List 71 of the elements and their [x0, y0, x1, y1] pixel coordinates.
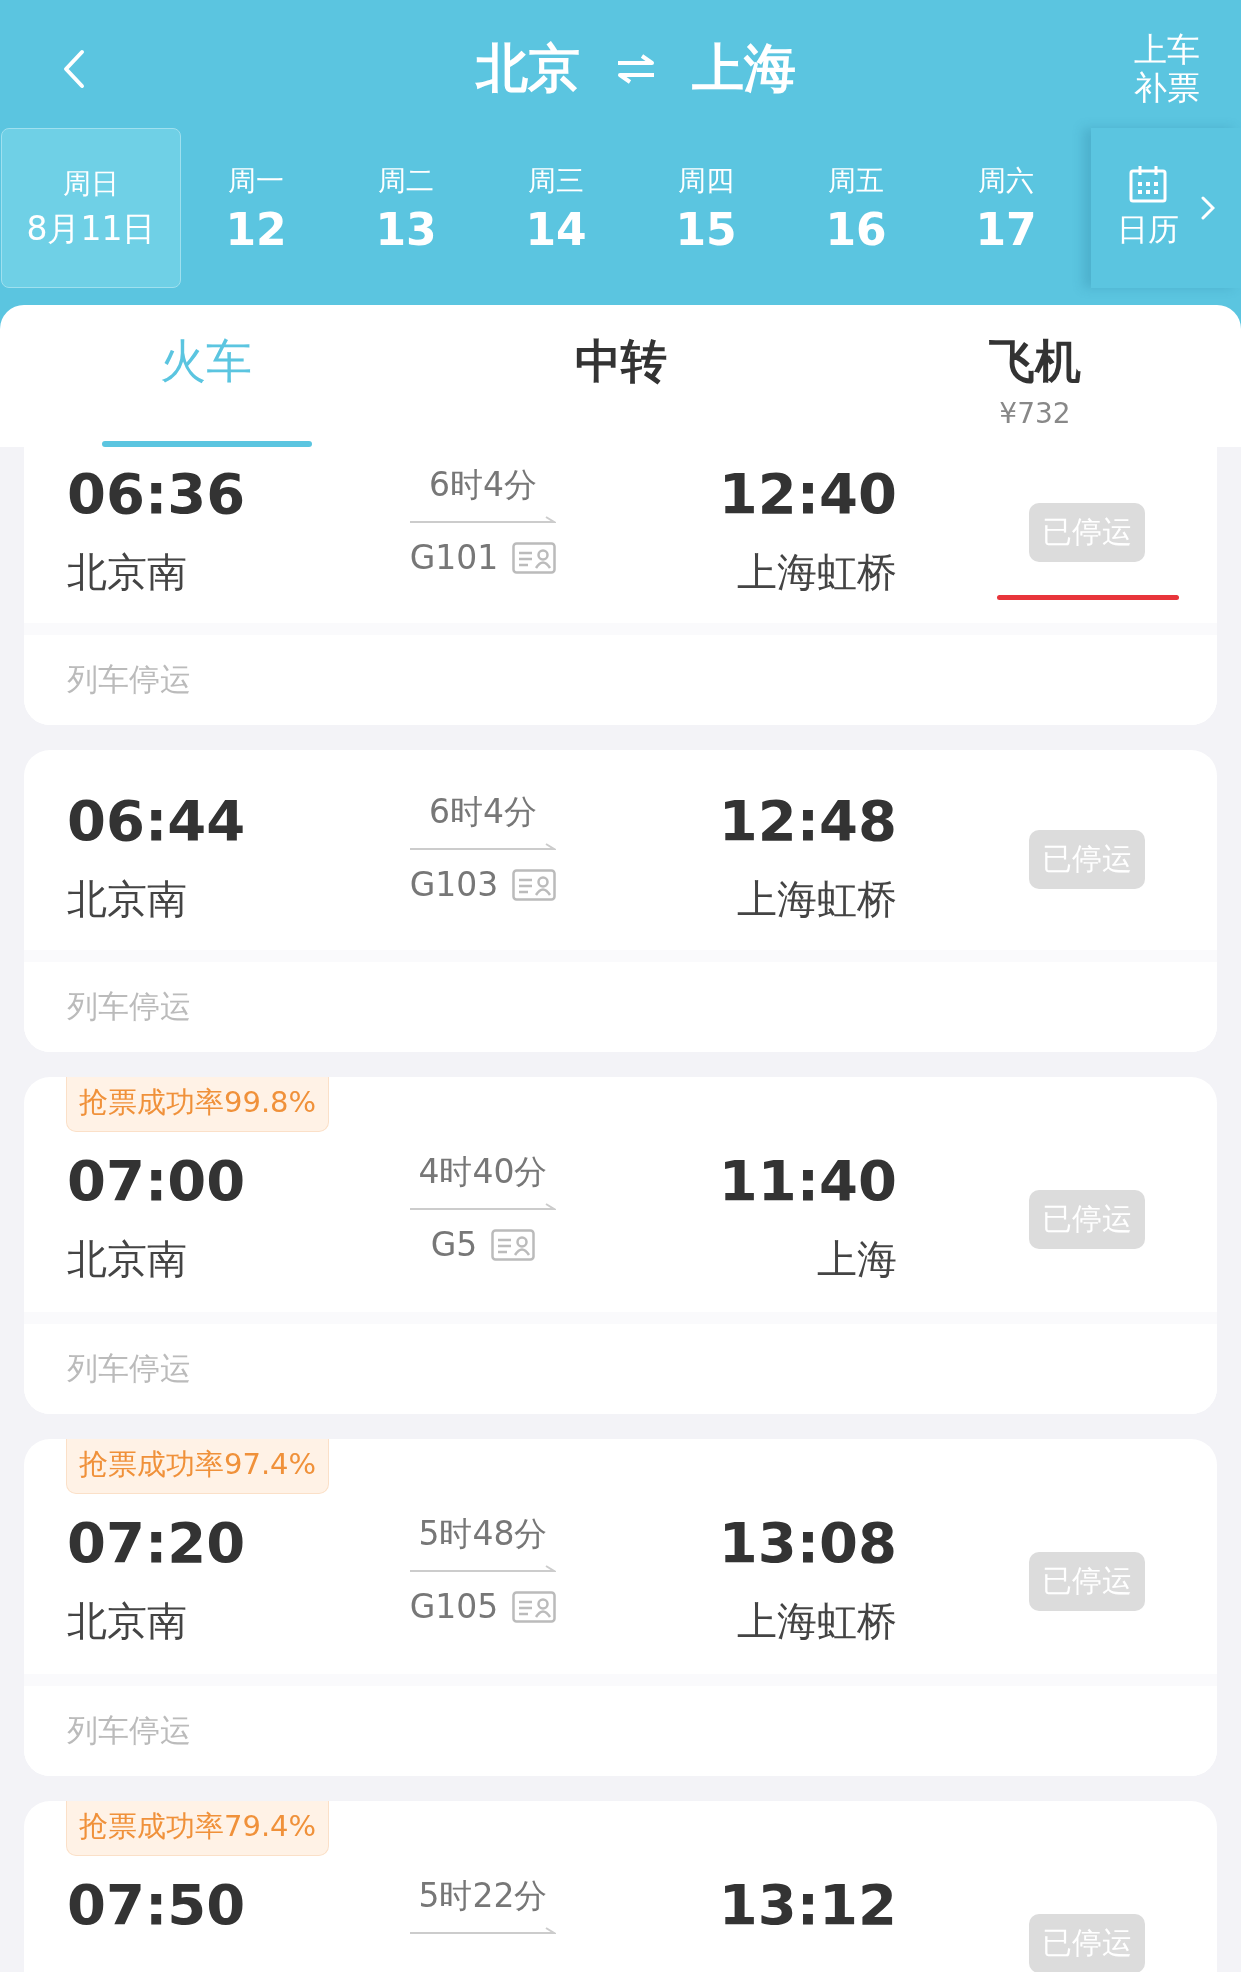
- departure-station: 北京南: [67, 547, 188, 597]
- duration-label: 6时4分: [429, 464, 537, 506]
- date-label: 16: [825, 203, 887, 255]
- arrival-time: 11:40: [718, 1150, 897, 1212]
- departure-station: 北京南: [67, 874, 188, 924]
- success-rate-badge: 抢票成功率97.4%: [66, 1439, 330, 1494]
- arrival-time: 12:48: [718, 790, 897, 852]
- swap-icon[interactable]: [616, 54, 657, 84]
- service-note: 列车停运: [67, 1711, 191, 1750]
- train-number: G105: [409, 1587, 499, 1626]
- id-card-icon: [512, 1590, 557, 1623]
- arrival-time: 12:40: [718, 463, 897, 525]
- supplement-ticket-button[interactable]: 上车补票: [1130, 31, 1203, 107]
- duration-label: 5时48分: [418, 1513, 548, 1555]
- service-note: 列车停运: [67, 1349, 191, 1388]
- date-tab[interactable]: 周三 14: [481, 128, 631, 288]
- id-card-icon: [491, 1228, 536, 1261]
- train-number: G101: [409, 538, 499, 577]
- date-tab[interactable]: 周六 17: [931, 128, 1081, 288]
- duration-label: 4时40分: [418, 1151, 548, 1193]
- date-tab[interactable]: 周五 16: [781, 128, 931, 288]
- departure-time: 07:00: [67, 1150, 247, 1212]
- chevron-right-icon: [1201, 196, 1215, 220]
- weekday-label: 周四: [678, 162, 734, 199]
- date-label: 17: [975, 203, 1037, 255]
- calendar-label: 日历: [1117, 210, 1179, 249]
- weekday-label: 周二: [378, 162, 434, 199]
- date-tab[interactable]: 周一 12: [181, 128, 331, 288]
- date-tab[interactable]: 周四 15: [631, 128, 781, 288]
- departure-time: 06:44: [67, 790, 247, 852]
- departure-station: 北京南: [67, 1596, 188, 1646]
- weekday-label: 周五: [828, 162, 884, 199]
- departure-time: 07:20: [67, 1512, 247, 1574]
- calendar-icon: [1128, 165, 1168, 203]
- price-label: ¥732: [999, 397, 1071, 430]
- departure-time: 07:50: [67, 1874, 247, 1936]
- date-tab[interactable]: 周二 13: [331, 128, 481, 288]
- date-label: 14: [525, 203, 587, 255]
- train-number: G103: [409, 865, 499, 904]
- arrival-time: 13:08: [718, 1512, 897, 1574]
- date-label: 8月11日: [26, 207, 156, 250]
- arrival-time: 13:12: [718, 1874, 897, 1936]
- mode-tab[interactable]: 飞机: [989, 331, 1081, 393]
- train-number: G5: [430, 1225, 478, 1264]
- departure-time: 06:36: [67, 463, 247, 525]
- calendar-button[interactable]: 日历: [1091, 128, 1241, 288]
- date-label: 12: [225, 203, 287, 255]
- destination-city[interactable]: 上海: [692, 34, 797, 104]
- duration-label: 6时4分: [429, 791, 537, 833]
- success-rate-badge: 抢票成功率79.4%: [66, 1801, 330, 1856]
- arrival-station: 上海虹桥: [737, 874, 897, 924]
- arrival-station: 上海: [817, 1234, 897, 1284]
- weekday-label: 周日: [63, 165, 119, 202]
- weekday-label: 周六: [978, 162, 1034, 199]
- origin-city[interactable]: 北京: [476, 34, 581, 104]
- mode-tab[interactable]: 火车: [160, 331, 252, 393]
- departure-station: 北京南: [67, 1234, 188, 1284]
- id-card-icon: [512, 541, 557, 574]
- service-note: 列车停运: [67, 660, 191, 699]
- weekday-label: 周一: [228, 162, 284, 199]
- date-label: 15: [675, 203, 737, 255]
- id-card-icon: [512, 868, 557, 901]
- service-note: 列车停运: [67, 987, 191, 1026]
- duration-label: 5时22分: [418, 1875, 548, 1917]
- arrival-station: 上海虹桥: [737, 1596, 897, 1646]
- date-tab[interactable]: 周日 8月11日: [1, 128, 181, 288]
- mode-tab[interactable]: 中转: [574, 331, 667, 393]
- arrival-station: 上海虹桥: [737, 547, 897, 597]
- date-label: 13: [375, 203, 437, 255]
- weekday-label: 周三: [528, 162, 584, 199]
- success-rate-badge: 抢票成功率99.8%: [66, 1077, 330, 1132]
